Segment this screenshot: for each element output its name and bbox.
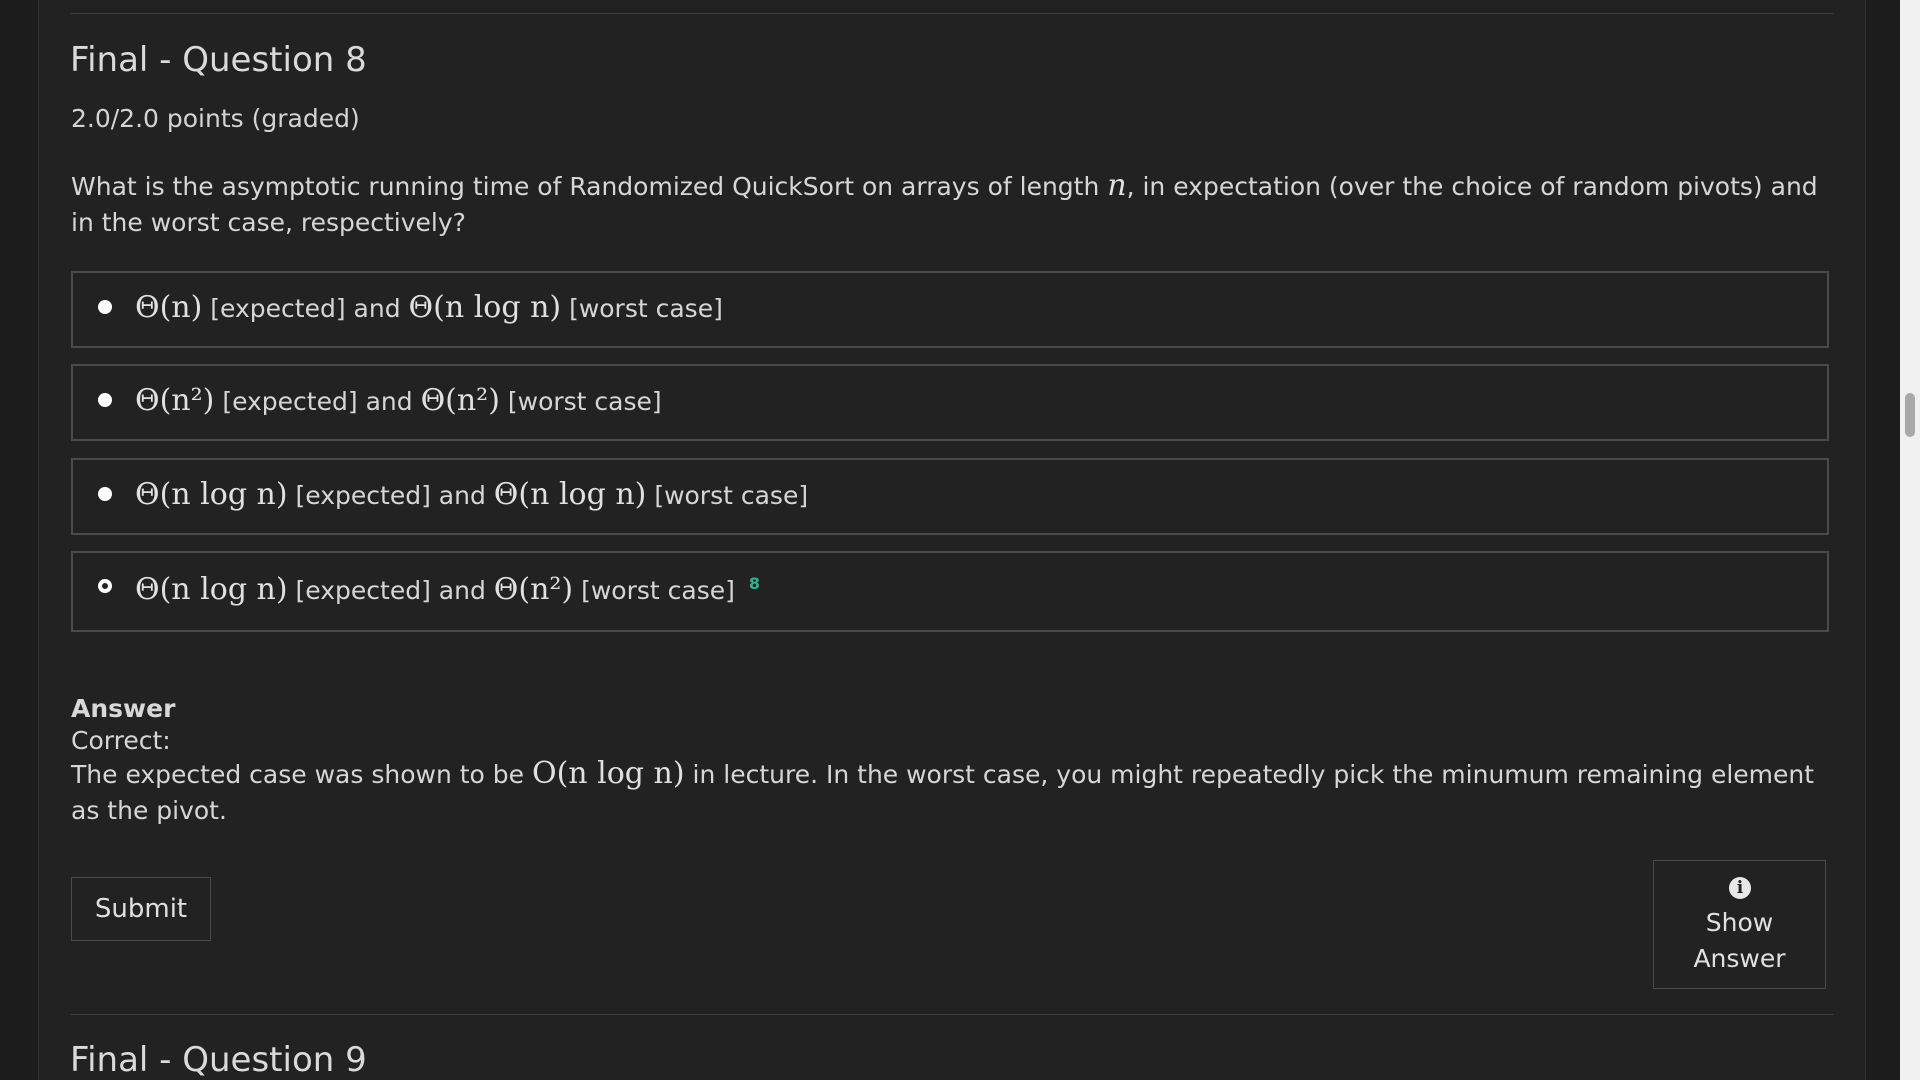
show-answer-label-line-1: Show — [1705, 908, 1774, 937]
show-answer-label: Show Answer — [1654, 905, 1825, 977]
course-content-panel — [39, 0, 1866, 1080]
option-2-expected-math: Θ(n²) — [135, 383, 215, 418]
points-status: 2.0/2.0 points (graded) — [71, 104, 360, 133]
option-1-and: and — [353, 294, 401, 323]
option-1-worst-label: [worst case] — [569, 294, 723, 323]
option-3-expected-math: Θ(n log n) — [135, 477, 288, 512]
option-2-label: Θ(n²) [expected] and Θ(n²) [worst case] — [135, 383, 662, 418]
answer-option-4[interactable]: Θ(n log n) [expected] and Θ(n²) [worst c… — [71, 551, 1829, 632]
option-1-expected-label: [expected] — [210, 294, 346, 323]
radio-button-option-1[interactable] — [98, 300, 112, 314]
question-9-title: Final - Question 9 — [70, 1040, 367, 1080]
radio-button-option-3[interactable] — [98, 487, 112, 501]
section-divider-top — [71, 13, 1833, 14]
option-4-label: Θ(n log n) [expected] and Θ(n²) [worst c… — [135, 572, 760, 607]
option-3-label: Θ(n log n) [expected] and Θ(n log n) [wo… — [135, 477, 808, 512]
answer-heading: Answer — [71, 694, 176, 723]
correct-indicator: 8 — [748, 574, 760, 593]
answer-option-2[interactable]: Θ(n²) [expected] and Θ(n²) [worst case] — [71, 364, 1829, 441]
option-2-worst-label: [worst case] — [507, 387, 662, 416]
radio-button-option-2[interactable] — [98, 393, 112, 407]
answer-option-1[interactable]: Θ(n) [expected] and Θ(n log n) [worst ca… — [71, 271, 1829, 348]
option-3-worst-label: [worst case] — [654, 481, 809, 510]
answer-explanation: The expected case was shown to be O(n lo… — [71, 756, 1831, 829]
option-2-expected-label: [expected] — [222, 387, 358, 416]
option-4-expected-label: [expected] — [295, 576, 431, 605]
answer-status: Correct: — [71, 726, 171, 755]
option-4-worst-label: [worst case] — [581, 576, 735, 605]
option-4-and: and — [438, 576, 486, 605]
prompt-math-variable: n — [1107, 168, 1127, 203]
radio-button-option-4-selected[interactable] — [98, 579, 112, 593]
option-1-label: Θ(n) [expected] and Θ(n log n) [worst ca… — [135, 290, 723, 325]
option-3-and: and — [438, 481, 486, 510]
option-4-worst-math: Θ(n²) — [493, 572, 574, 607]
explanation-math: O(n log n) — [531, 756, 685, 791]
question-prompt: What is the asymptotic running time of R… — [71, 168, 1831, 241]
option-3-worst-math: Θ(n log n) — [493, 477, 647, 512]
option-1-worst-math: Θ(n log n) — [408, 290, 562, 325]
show-answer-label-line-2: Answer — [1693, 944, 1786, 973]
scrollbar-track[interactable] — [1900, 0, 1920, 1080]
option-2-worst-math: Θ(n²) — [420, 383, 500, 418]
option-3-expected-label: [expected] — [295, 481, 431, 510]
right-gutter — [1866, 0, 1900, 1080]
option-4-expected-math: Θ(n log n) — [135, 572, 288, 607]
option-1-expected-math: Θ(n) — [135, 290, 203, 325]
answer-option-3[interactable]: Θ(n log n) [expected] and Θ(n log n) [wo… — [71, 458, 1829, 535]
info-icon: i — [1729, 877, 1751, 899]
show-answer-button[interactable]: i Show Answer — [1653, 860, 1826, 989]
section-divider-bottom — [71, 1014, 1833, 1015]
explanation-text-before: The expected case was shown to be — [71, 760, 525, 789]
option-2-and: and — [365, 387, 413, 416]
question-8-title: Final - Question 8 — [70, 40, 367, 80]
scrollbar-thumb[interactable] — [1905, 393, 1915, 437]
submit-button[interactable]: Submit — [71, 877, 211, 941]
left-gutter — [0, 0, 39, 1080]
prompt-text-before: What is the asymptotic running time of R… — [71, 172, 1100, 201]
